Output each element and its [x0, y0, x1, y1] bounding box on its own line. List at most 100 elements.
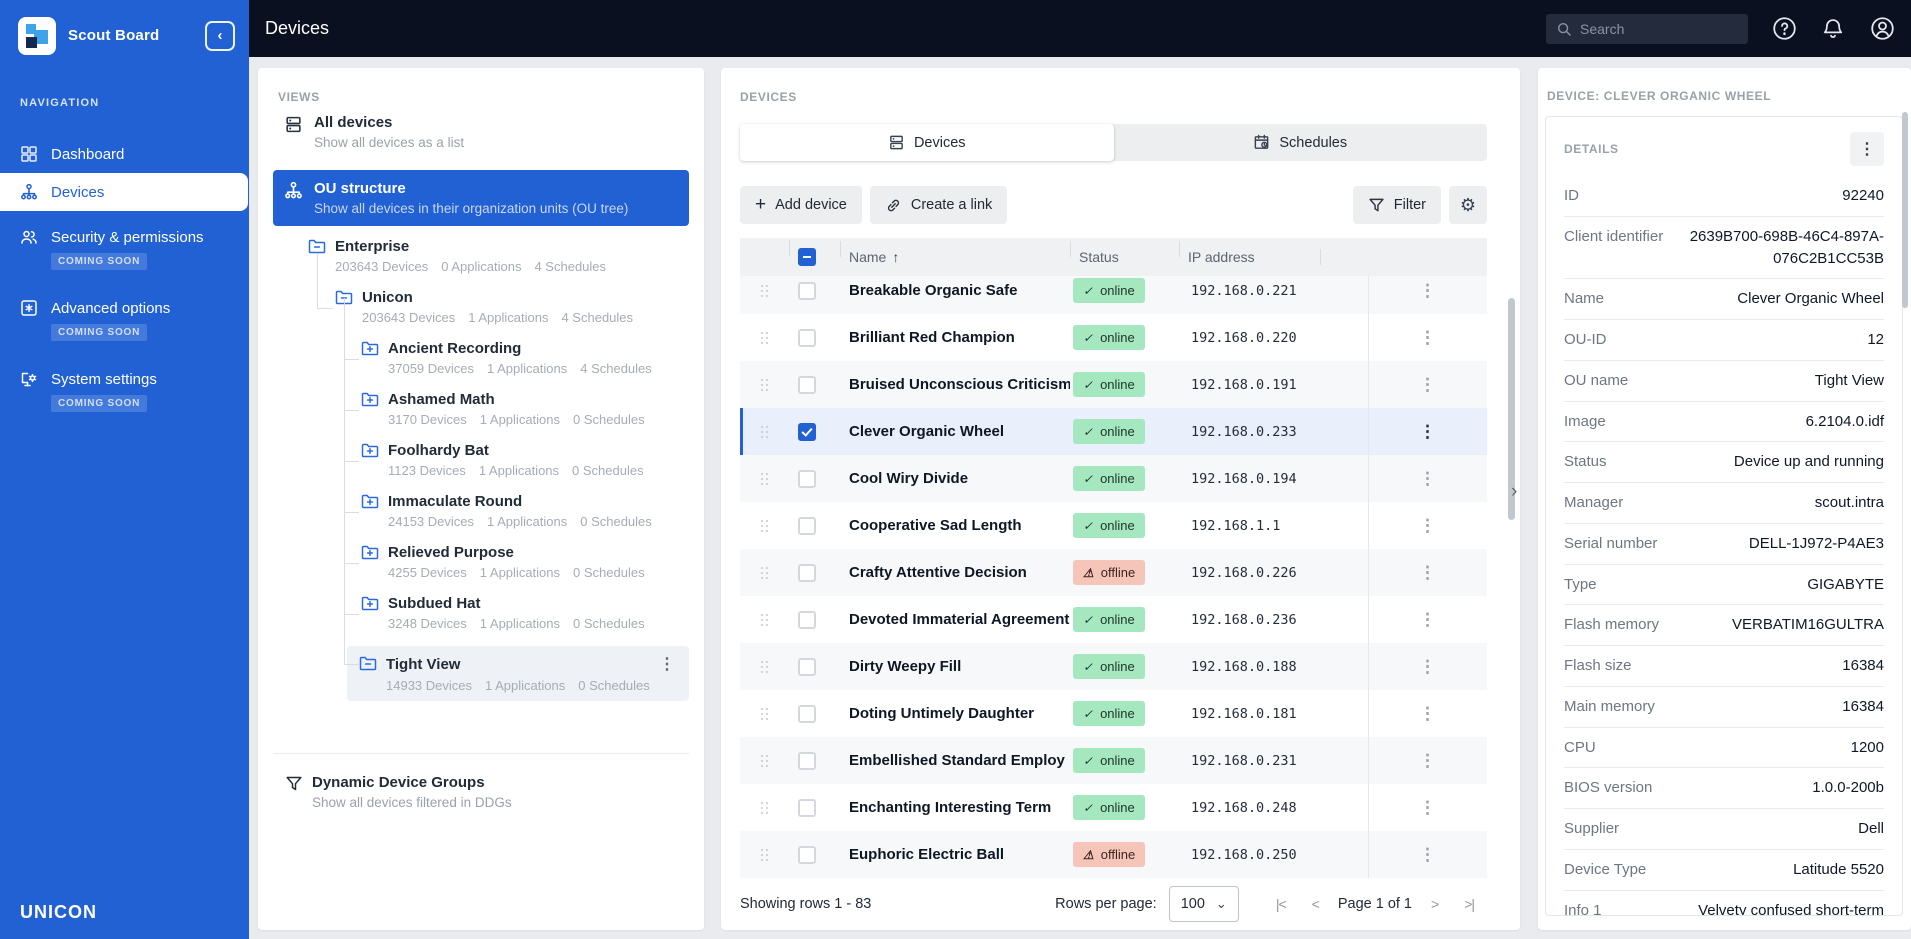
row-kebab-icon[interactable]: ⋮ [1368, 690, 1487, 737]
tab-devices[interactable]: Devices [740, 124, 1114, 161]
folder-icon[interactable] [359, 656, 377, 672]
drag-handle[interactable] [740, 284, 789, 297]
filter-button[interactable]: Filter [1352, 186, 1441, 224]
sidebar-collapse-button[interactable]: ‹ [205, 20, 235, 51]
row-checkbox[interactable] [798, 328, 816, 347]
account-icon[interactable] [1869, 16, 1895, 42]
row-checkbox[interactable] [798, 422, 816, 441]
device-row[interactable]: Enchanting Interesting Term online 192.1… [740, 784, 1487, 831]
column-header-ip[interactable]: IP address [1179, 241, 1320, 265]
sidebar-item-devices[interactable]: Devices [0, 173, 248, 211]
device-row[interactable]: Cool Wiry Divide online 192.168.0.194 ⋮ [740, 455, 1487, 502]
device-row[interactable]: Breakable Organic Safe online 192.168.0.… [740, 276, 1487, 314]
kebab-menu-icon[interactable]: ⋮ [655, 654, 679, 674]
row-kebab-icon[interactable]: ⋮ [1368, 276, 1487, 314]
row-kebab-icon[interactable]: ⋮ [1368, 643, 1487, 690]
device-row[interactable]: Bruised Unconscious Criticism online 192… [740, 361, 1487, 408]
ou-tree-node[interactable]: Immaculate Round 24153 Devices 1 Applicat… [344, 451, 689, 529]
first-page-button[interactable]: |< [1263, 896, 1299, 912]
table-settings-gear-icon[interactable]: ⚙ [1449, 186, 1487, 224]
row-checkbox[interactable] [798, 845, 816, 864]
folder-icon[interactable] [361, 545, 379, 561]
row-kebab-icon[interactable]: ⋮ [1368, 784, 1487, 831]
drag-handle[interactable] [740, 331, 789, 344]
drag-handle[interactable] [740, 425, 789, 438]
column-header-name[interactable]: Name ↑ [840, 241, 1070, 265]
row-checkbox[interactable] [798, 798, 816, 817]
details-kebab-icon[interactable]: ⋮ [1850, 132, 1884, 166]
row-kebab-icon[interactable]: ⋮ [1368, 596, 1487, 643]
row-checkbox[interactable] [798, 751, 816, 770]
row-kebab-icon[interactable]: ⋮ [1368, 455, 1487, 502]
next-page-button[interactable]: > [1418, 896, 1451, 912]
row-checkbox[interactable] [798, 657, 816, 676]
folder-icon[interactable] [361, 494, 379, 510]
drag-handle[interactable] [740, 707, 789, 720]
tab-schedules[interactable]: Schedules [1114, 124, 1488, 161]
row-kebab-icon[interactable]: ⋮ [1368, 831, 1487, 878]
folder-icon[interactable] [361, 443, 379, 459]
folder-icon[interactable] [361, 596, 379, 612]
ou-tree-node[interactable]: Foolhardy Bat 1123 Devices 1 Applications… [344, 400, 689, 478]
row-checkbox[interactable] [798, 704, 816, 723]
row-checkbox[interactable] [798, 516, 816, 535]
device-row[interactable]: Doting Untimely Daughter online 192.168.… [740, 690, 1487, 737]
row-kebab-icon[interactable]: ⋮ [1368, 502, 1487, 549]
view-dynamic-device-groups[interactable]: Dynamic Device Groups Show all devices f… [273, 774, 689, 810]
add-device-button[interactable]: + Add device [740, 186, 862, 224]
sidebar-item-advanced-options[interactable]: Advanced options COMING SOON [0, 290, 249, 353]
drag-handle[interactable] [740, 754, 789, 767]
drag-handle[interactable] [740, 848, 789, 861]
search-input[interactable] [1580, 20, 1738, 37]
row-kebab-icon[interactable]: ⋮ [1368, 737, 1487, 784]
sidebar-item-security-permissions[interactable]: Security & permissions COMING SOON [0, 219, 249, 282]
details-scrollbar[interactable] [1902, 112, 1908, 308]
row-checkbox[interactable] [798, 610, 816, 629]
row-kebab-icon[interactable]: ⋮ [1368, 408, 1487, 455]
device-row[interactable]: Devoted Immaterial Agreement online 192.… [740, 596, 1487, 643]
folder-icon[interactable] [361, 392, 379, 408]
ou-tree-node[interactable]: Ashamed Math 3170 Devices 1 Applications 0… [344, 349, 689, 427]
column-header-status[interactable]: Status [1070, 241, 1179, 265]
drag-handle[interactable] [740, 472, 789, 485]
ou-tree-node[interactable]: Unicon 203643 Devices 1 Applications 4 Sch… [317, 253, 689, 325]
ou-tree-node[interactable]: Tight View ⋮ 14933 Devices 1 Applications… [344, 612, 689, 701]
rows-per-page-select[interactable]: 100 ⌄ [1168, 886, 1239, 922]
sidebar-item-system-settings[interactable]: System settings COMING SOON [0, 361, 249, 424]
panel-expander-chevron-icon[interactable]: › [1511, 481, 1525, 503]
row-kebab-icon[interactable]: ⋮ [1368, 314, 1487, 361]
device-row[interactable]: Embellished Standard Employ online 192.1… [740, 737, 1487, 784]
device-row[interactable]: Dirty Weepy Fill online 192.168.0.188 ⋮ [740, 643, 1487, 690]
drag-handle[interactable] [740, 519, 789, 532]
sidebar-item-dashboard[interactable]: Dashboard [0, 135, 249, 173]
drag-handle[interactable] [740, 378, 789, 391]
drag-handle[interactable] [740, 566, 789, 579]
device-row[interactable]: Crafty Attentive Decision offline 192.16… [740, 549, 1487, 596]
ou-tree-node[interactable]: Ancient Recording 37059 Devices 1 Applica… [344, 298, 689, 376]
search-box[interactable] [1546, 13, 1748, 44]
folder-icon[interactable] [361, 341, 379, 357]
row-checkbox[interactable] [798, 563, 816, 582]
view-all-devices[interactable]: All devices Show all devices as a list [273, 104, 689, 160]
ou-tree-node[interactable]: Relieved Purpose 4255 Devices 1 Applicati… [344, 502, 689, 580]
create-link-button[interactable]: Create a link [869, 186, 1008, 224]
row-checkbox[interactable] [798, 375, 816, 394]
view-ou-structure[interactable]: OU structure Show all devices in their o… [273, 170, 689, 226]
help-icon[interactable] [1771, 16, 1797, 42]
row-kebab-icon[interactable]: ⋮ [1368, 549, 1487, 596]
select-all-checkbox[interactable] [798, 248, 816, 266]
device-row[interactable]: Brilliant Red Champion online 192.168.0.… [740, 314, 1487, 361]
drag-handle[interactable] [740, 660, 789, 673]
prev-page-button[interactable]: < [1299, 896, 1332, 912]
row-kebab-icon[interactable]: ⋮ [1368, 361, 1487, 408]
drag-handle[interactable] [740, 801, 789, 814]
row-checkbox[interactable] [798, 469, 816, 488]
device-row[interactable]: Clever Organic Wheel online 192.168.0.23… [740, 408, 1487, 455]
device-row[interactable]: Cooperative Sad Length online 192.168.1.… [740, 502, 1487, 549]
device-row[interactable]: Euphoric Electric Ball offline 192.168.0… [740, 831, 1487, 878]
row-checkbox[interactable] [798, 281, 816, 300]
notifications-bell-icon[interactable] [1820, 16, 1846, 42]
last-page-button[interactable]: >| [1451, 896, 1487, 912]
ou-tree-node[interactable]: Subdued Hat 3248 Devices 1 Applications 0 … [344, 553, 689, 631]
drag-handle[interactable] [740, 613, 789, 626]
